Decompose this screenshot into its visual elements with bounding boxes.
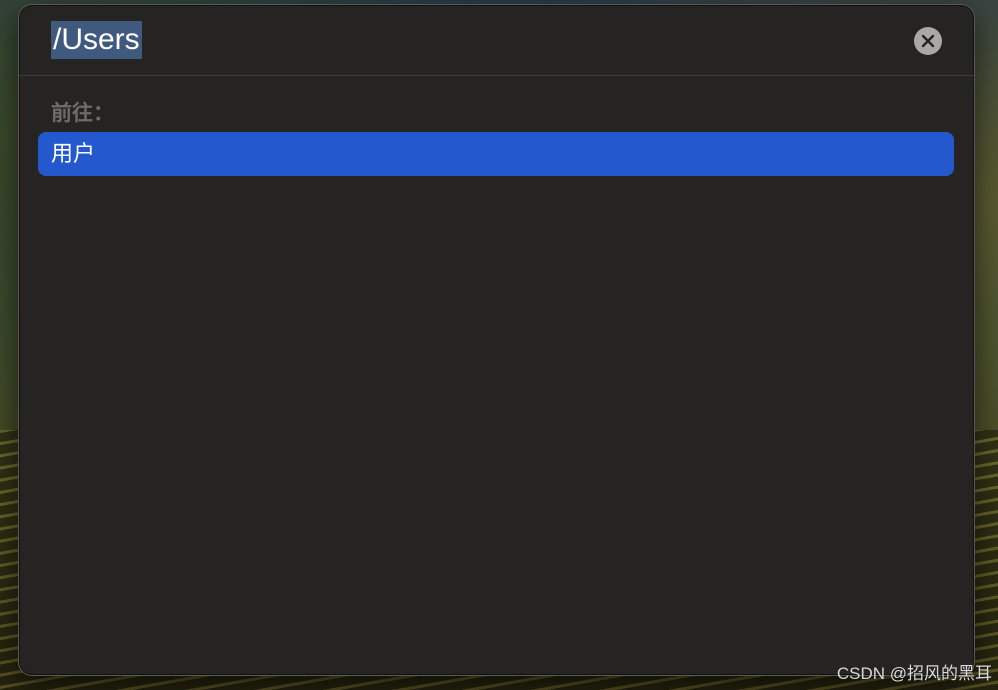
close-icon: [921, 34, 935, 48]
close-button[interactable]: [914, 27, 942, 55]
section-label: 前往：: [51, 102, 114, 125]
go-to-folder-dialog: /Users 前往： 用户: [18, 4, 975, 676]
result-item-label: 用户: [51, 141, 96, 166]
result-item-users[interactable]: 用户: [38, 132, 954, 176]
dialog-header: /Users: [19, 5, 974, 76]
watermark: CSDN @招风的黑耳: [836, 664, 992, 683]
path-input[interactable]: /Users: [51, 21, 142, 59]
